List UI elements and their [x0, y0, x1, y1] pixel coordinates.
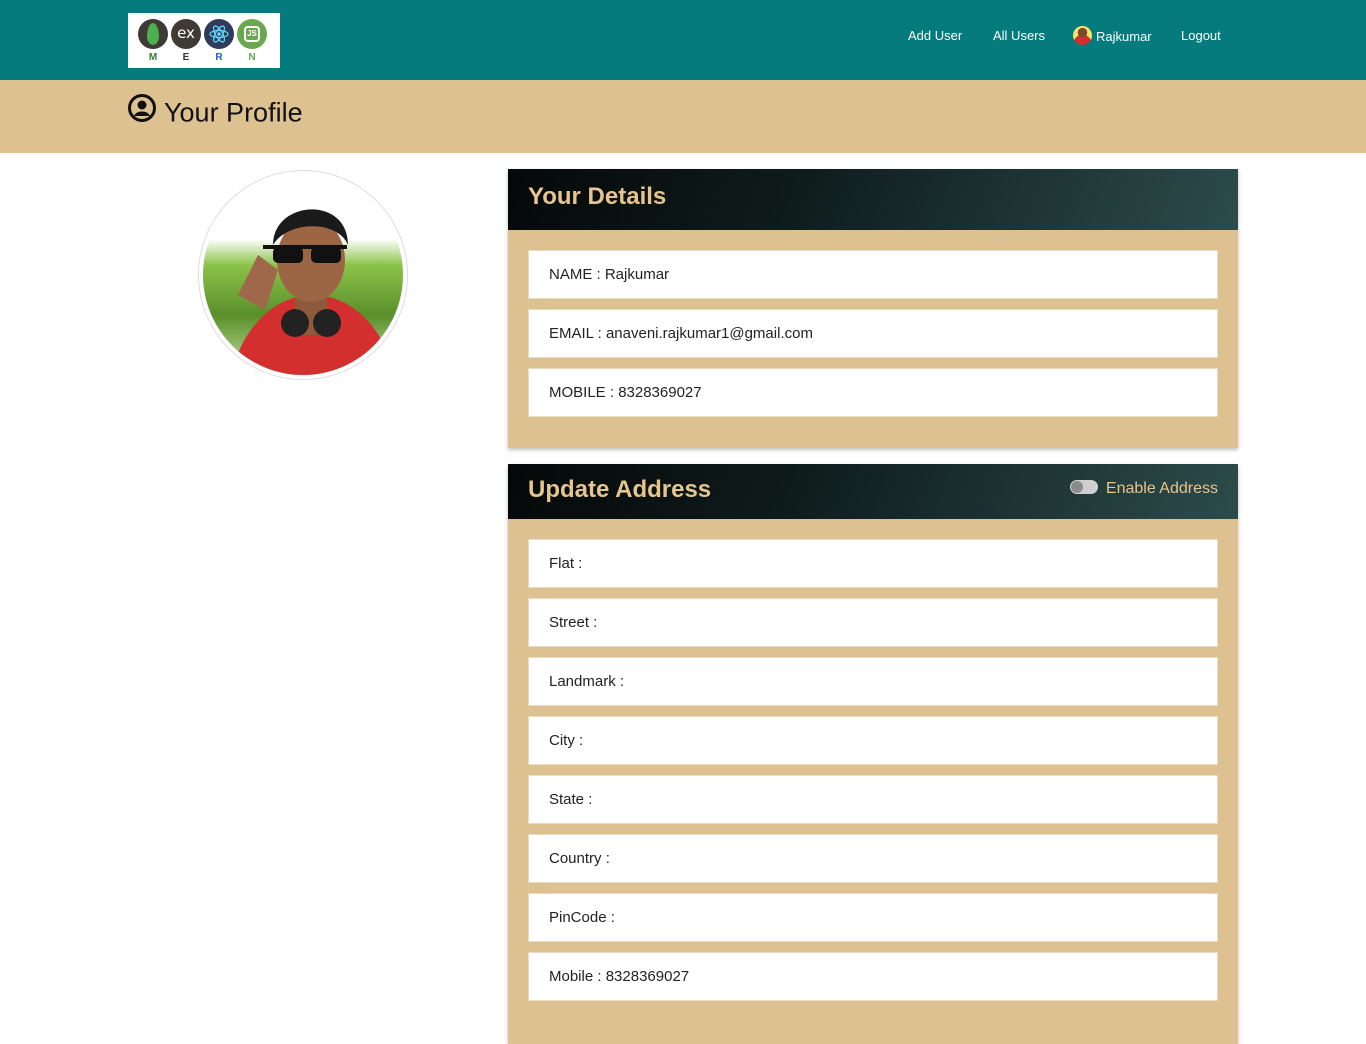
- profile-photo-image: [203, 175, 403, 375]
- enable-address-toggle[interactable]: Enable Address: [1069, 479, 1218, 498]
- details-card-title: Your Details: [528, 183, 667, 210]
- mern-logo[interactable]: ex JS M E R N: [128, 13, 280, 68]
- address-city-field: City :: [528, 716, 1218, 765]
- address-flat-field: Flat :: [528, 539, 1218, 588]
- address-mobile-value: 8328369027: [605, 968, 690, 985]
- toggle-switch-icon[interactable]: [1069, 479, 1098, 494]
- enable-address-label: Enable Address: [1105, 480, 1218, 497]
- address-state-label: State :: [549, 791, 593, 808]
- detail-mobile-value: 8328369027: [618, 384, 702, 401]
- detail-email-value: anaveni.rajkumar1@gmail.com: [605, 325, 813, 342]
- detail-name-value: Rajkumar: [604, 266, 670, 283]
- address-mobile-label: Mobile :: [549, 968, 606, 985]
- mongodb-icon: [138, 19, 168, 49]
- nav-profile-link[interactable]: Rajkumar: [1073, 26, 1152, 47]
- logo-letters: M E R N: [128, 52, 280, 66]
- details-card: Your Details NAME : Rajkumar EMAIL : ana…: [508, 169, 1238, 448]
- address-landmark-label: Landmark :: [549, 673, 625, 690]
- address-country-field: Country :: [528, 834, 1218, 883]
- address-street-field: Street :: [528, 598, 1218, 647]
- nav-all-users-link[interactable]: All Users: [993, 28, 1045, 43]
- detail-name-row: NAME : Rajkumar: [528, 250, 1218, 299]
- address-pincode-field: PinCode :: [528, 893, 1218, 942]
- logo-letter-n: N: [248, 52, 256, 63]
- nav-add-user-link[interactable]: Add User: [908, 28, 962, 43]
- address-country-label: Country :: [549, 850, 610, 867]
- address-mobile-field: Mobile : 8328369027: [528, 952, 1218, 1001]
- address-city-label: City :: [549, 732, 584, 749]
- detail-email-label: EMAIL :: [549, 325, 606, 342]
- address-street-label: Street :: [549, 614, 598, 631]
- nodejs-icon: JS: [237, 19, 267, 49]
- top-navbar: ex JS M E R N Add User All Users Rajkuma…: [0, 0, 1366, 80]
- address-landmark-field: Landmark :: [528, 657, 1218, 706]
- detail-mobile-row: MOBILE : 8328369027: [528, 368, 1218, 417]
- react-icon: [204, 19, 234, 49]
- address-card-title: Update Address: [528, 476, 712, 503]
- logo-letter-r: R: [215, 52, 223, 63]
- user-avatar-icon: [1073, 26, 1092, 45]
- profile-photo: [198, 170, 408, 380]
- address-flat-label: Flat :: [549, 555, 583, 572]
- express-icon: ex: [171, 19, 201, 49]
- user-circle-icon: [128, 94, 156, 129]
- nav-logout-link[interactable]: Logout: [1181, 28, 1221, 43]
- logo-letter-m: M: [148, 52, 158, 63]
- nav-username: Rajkumar: [1096, 28, 1152, 44]
- address-card-header: Update Address Enable Address: [508, 464, 1238, 519]
- detail-mobile-label: MOBILE :: [549, 384, 619, 401]
- address-pincode-label: PinCode :: [549, 909, 615, 926]
- logo-letter-e: E: [182, 52, 190, 63]
- page-title: Your Profile: [128, 94, 303, 133]
- address-state-field: State :: [528, 775, 1218, 824]
- detail-email-row: EMAIL : anaveni.rajkumar1@gmail.com: [528, 309, 1218, 358]
- address-card: Update Address Enable Address Flat : Str…: [508, 464, 1238, 1044]
- details-card-header: Your Details: [508, 169, 1238, 230]
- page-title-text: Your Profile: [164, 97, 303, 128]
- detail-name-label: NAME :: [549, 266, 605, 283]
